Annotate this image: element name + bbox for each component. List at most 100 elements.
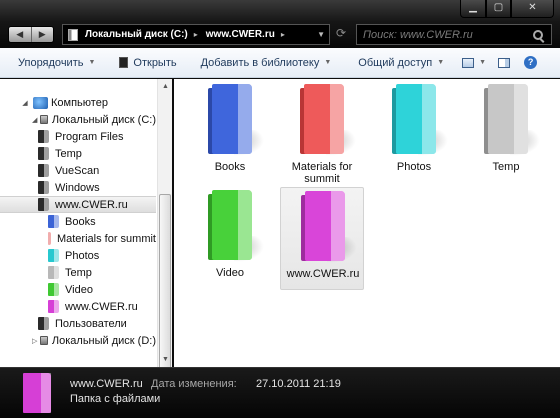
folder-label: Materials for summit [291, 161, 353, 185]
folder-item[interactable]: www.CWER.ru [280, 187, 364, 290]
search-box[interactable]: Поиск: www.CWER.ru [356, 24, 552, 45]
breadcrumb-separator-icon[interactable]: ▸ [281, 30, 285, 39]
refresh-icon[interactable]: ⟳ [334, 26, 348, 42]
folder-label: Temp [492, 161, 520, 173]
open-button[interactable]: Открыть [119, 57, 177, 69]
minimize-button[interactable]: ▁ [460, 0, 486, 18]
address-dropdown-icon[interactable]: ▼ [317, 30, 325, 39]
explorer-window: ▁ ▢ ✕ ◀ ▶ Локальный диск (C:) ▸ www.CWER… [0, 0, 560, 418]
drive-icon [40, 115, 48, 124]
file-list: Books Materials for summit Photos Temp Video… [174, 79, 560, 367]
tree-item-label: Temp [55, 147, 82, 160]
folder-label: www.CWER.ru [286, 268, 360, 280]
tree-item[interactable]: Books [0, 213, 156, 230]
folder-item[interactable]: Video [188, 187, 272, 290]
tree-item[interactable]: ▷ Локальный диск (D:) [0, 332, 156, 349]
tree-item-label: Компьютер [51, 96, 108, 109]
add-to-library-button[interactable]: Добавить в библиотеку ▼ [201, 57, 332, 69]
breadcrumb-drive-c[interactable]: Локальный диск (C:) [85, 29, 188, 40]
search-input[interactable]: Поиск: www.CWER.ru [357, 29, 533, 41]
folder-label: Photos [396, 161, 432, 173]
tree-item[interactable]: www.CWER.ru [0, 298, 156, 315]
chevron-down-icon: ▼ [437, 59, 445, 66]
tree-item[interactable]: Materials for summit [0, 230, 156, 247]
chevron-down-icon: ▼ [88, 59, 96, 66]
folder-label: Video [216, 267, 244, 279]
breadcrumb-separator-icon[interactable]: ▸ [194, 30, 198, 39]
details-date-label: Дата изменения: [151, 378, 237, 390]
address-bar[interactable]: Локальный диск (C:) ▸ www.CWER.ru ▸ ▼ [62, 24, 330, 45]
organize-button[interactable]: Упорядочить ▼ [18, 57, 95, 69]
tree-item-label: Materials for summit [56, 232, 156, 245]
open-icon [119, 57, 129, 68]
close-button[interactable]: ✕ [511, 0, 554, 18]
details-item-type: Папка с файлами [70, 393, 161, 405]
folder-icon [48, 266, 59, 279]
scroll-down-icon[interactable]: ▼ [158, 352, 173, 367]
preview-pane-icon [498, 57, 511, 68]
drive-icon [40, 336, 48, 345]
tree-item[interactable]: Photos [0, 247, 156, 264]
tree-item-label: www.CWER.ru [65, 300, 138, 313]
details-pane: www.CWER.ru Папка с файлами Дата изменен… [0, 367, 560, 418]
tree-expander-icon[interactable]: ◢ [32, 116, 37, 124]
tree-item[interactable]: www.CWER.ru [0, 196, 156, 213]
folder-icon [48, 249, 59, 262]
tree-item[interactable]: Пользователи [0, 315, 156, 332]
tree-item[interactable]: ◢ Компьютер [0, 94, 156, 111]
folder-icon [48, 283, 59, 296]
chevron-down-icon: ▼ [324, 59, 332, 66]
preview-pane-button[interactable] [498, 57, 511, 68]
folder-icon [208, 84, 264, 156]
folder-icon [484, 84, 540, 156]
scrollbar-thumb[interactable] [159, 194, 171, 369]
tree-expander-icon[interactable]: ◢ [20, 99, 30, 107]
folder-icon [38, 147, 49, 160]
tree-item-label: Temp [65, 266, 92, 279]
command-toolbar: Упорядочить ▼ Открыть Добавить в библиот… [0, 48, 560, 78]
nav-scrollbar[interactable]: ▲ ▼ [157, 79, 173, 369]
folder-location-icon [68, 28, 78, 41]
tree-item-label: VueScan [55, 164, 100, 177]
tree-item[interactable]: Windows [0, 179, 156, 196]
back-button[interactable]: ◀ [9, 27, 32, 42]
chevron-down-icon: ▼ [479, 59, 487, 66]
window-controls: ▁ ▢ ✕ [460, 0, 554, 18]
view-icon [462, 57, 475, 68]
tree-item[interactable]: VueScan [0, 162, 156, 179]
computer-icon [33, 96, 48, 109]
folder-icon [38, 181, 49, 194]
tree-item[interactable]: Temp [0, 264, 156, 281]
folder-icon [38, 198, 49, 211]
tree-item-label: Пользователи [55, 317, 127, 330]
tree-item-label: Локальный диск (D:) [51, 334, 156, 347]
folder-item[interactable]: Photos [372, 81, 456, 184]
tree-item[interactable]: Program Files [0, 128, 156, 145]
maximize-button[interactable]: ▢ [486, 0, 511, 18]
scroll-up-icon[interactable]: ▲ [158, 79, 173, 94]
forward-button[interactable]: ▶ [32, 27, 54, 42]
folder-label: Books [214, 161, 246, 173]
change-view-button[interactable]: ▼ [462, 57, 487, 68]
folder-icon [208, 190, 264, 262]
search-icon[interactable] [533, 29, 543, 40]
tree-item-label: Windows [55, 181, 100, 194]
folder-icon [48, 300, 59, 313]
folder-item[interactable]: Temp [464, 81, 548, 184]
folder-icon [392, 84, 448, 156]
tree-item[interactable]: ◢ Локальный диск (C:) [0, 111, 156, 128]
tree-item[interactable]: Video [0, 281, 156, 298]
tree-item[interactable]: Temp [0, 145, 156, 162]
folder-icon [300, 84, 356, 156]
folder-item[interactable]: Books [188, 81, 272, 184]
details-item-name: www.CWER.ru [70, 378, 143, 390]
breadcrumb-cwer[interactable]: www.CWER.ru [206, 29, 275, 40]
tree-item-label: Books [65, 215, 96, 228]
help-button[interactable]: ? [524, 56, 538, 69]
navigation-pane: ◢ Компьютер ◢ Локальный диск (C:) Program Fi… [0, 79, 173, 369]
tree-expander-icon[interactable]: ▷ [32, 337, 37, 345]
tree-item-label: Локальный диск (C:) [51, 113, 156, 126]
folder-item[interactable]: Materials for summit [280, 81, 364, 185]
organize-label: Упорядочить [18, 56, 84, 69]
share-button[interactable]: Общий доступ ▼ [358, 57, 444, 69]
